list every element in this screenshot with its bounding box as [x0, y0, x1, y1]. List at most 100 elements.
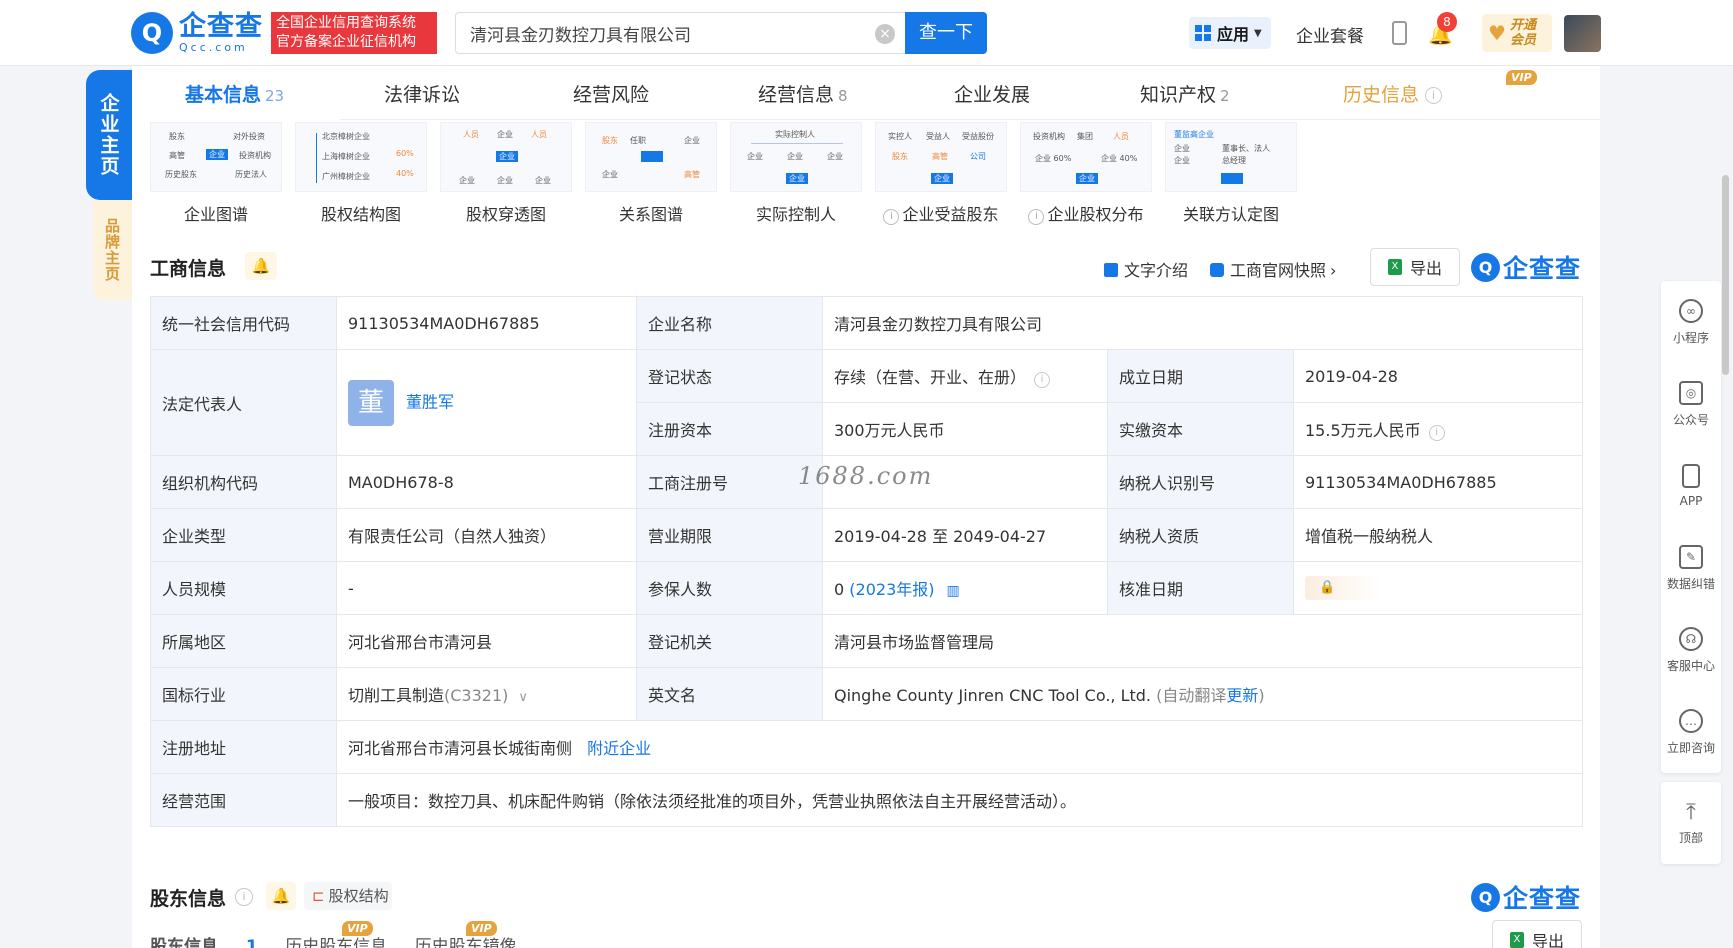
graph-thumbnail: 北京樟树企业 上海樟树企业 广州樟树企业 60% 40% — [295, 122, 427, 192]
info-icon: i — [1425, 87, 1443, 104]
info-icon[interactable]: i — [1034, 372, 1051, 388]
side-tab-company-home[interactable]: 企业主页 — [86, 70, 132, 200]
phone-icon — [1682, 464, 1700, 488]
table-row: 注册地址 河北省邢台市清河县长城街南侧 附近企业 — [150, 720, 1584, 774]
shareholders-title: 股东信息 — [150, 888, 227, 910]
bell-icon[interactable]: 🔔 — [266, 882, 296, 910]
legal-rep-link[interactable]: 董胜军 — [406, 392, 454, 411]
legal-rep-avatar[interactable]: 董 — [348, 379, 394, 426]
data-correction-button[interactable]: ✎ 数据纠错 — [1661, 527, 1721, 609]
logo-subtext: Qcc.com — [179, 41, 248, 54]
scan-icon: ◎ — [1679, 380, 1703, 405]
package-link[interactable]: 企业套餐 — [1296, 22, 1364, 47]
main-card: 基本信息 23 法律诉讼 经营风险 经营信息 8 企业发展 知识产权 2 历史信息 i … — [132, 66, 1600, 948]
tab-ip[interactable]: 知识产权 2 — [1140, 80, 1230, 107]
tab-basic-info[interactable]: 基本信息 23 — [185, 80, 284, 107]
nearby-companies-link[interactable]: 附近企业 — [587, 739, 651, 758]
section-title: 工商信息 — [150, 258, 227, 280]
graph-tile-related-party[interactable]: 董监高企业 董事长、法人 总经理 企业 企业 关联方认定图 — [1165, 122, 1297, 225]
table-row: 经营范围 一般项目：数控刀具、机床配件购销（除依法须经批准的项目外，凭营业执照依… — [150, 773, 1584, 827]
info-icon[interactable]: i — [1428, 425, 1445, 441]
watermark: 1688.com — [798, 462, 934, 490]
tab-shareholders[interactable]: 股东信息 1 — [150, 937, 258, 948]
graph-tile-equity-distribution[interactable]: 投资机构 集团 人员 企业 60% 企业 40% 企业 i 企业股权分布 — [1020, 122, 1152, 225]
graph-tile-company[interactable]: 股东 对外投资 高管 投资机构 历史股东 历史法人 企业 企业图谱 — [150, 122, 282, 225]
mini-program-button[interactable]: ∞ 小程序 — [1661, 281, 1721, 363]
excel-icon: X — [1509, 932, 1524, 948]
table-row: 所属地区 河北省邢台市清河县 登记机关 清河县市场监督管理局 — [150, 614, 1584, 668]
graph-tile-relationship[interactable]: 股东 任职 企业 企业 高管 关系图谱 — [585, 122, 717, 225]
lock-icon[interactable]: 🔒 — [1305, 576, 1381, 600]
tab-operation[interactable]: 经营信息 8 — [758, 80, 848, 107]
annual-report-link[interactable]: (2023年报) — [849, 580, 934, 599]
graph-tile-equity-penetration[interactable]: 人员 企业 人员 企业 企业 企业 企业 股权穿透图 — [440, 122, 572, 225]
business-info-table: 统一社会信用代码 91130534MA0DH67885 企业名称 清河县金刃数控… — [150, 296, 1584, 827]
logo-text: 企查查 — [179, 11, 263, 42]
side-tab-brand-home[interactable]: 品牌主页 — [93, 200, 132, 300]
chevron-down-icon[interactable]: ∨ — [518, 690, 528, 705]
arrow-up-icon: ⤒ — [1686, 800, 1696, 825]
customer-service-button[interactable]: ☊ 客服中心 — [1661, 609, 1721, 691]
app-grid-icon — [1195, 25, 1211, 41]
equity-structure-button[interactable]: ⊏ 股权结构 — [304, 882, 392, 910]
export-button[interactable]: X 导出 — [1370, 248, 1460, 286]
snapshot-link[interactable]: 工商官网快照 › — [1210, 257, 1336, 281]
search-input[interactable]: 清河县金刃数控刀具有限公司 × — [455, 12, 905, 54]
graph-thumbnail: 股东 对外投资 高管 投资机构 历史股东 历史法人 企业 — [150, 122, 282, 192]
graph-thumbnail: 实际控制人 企业 企业 企业 企业 — [730, 122, 862, 192]
open-vip-button[interactable]: ♥ 开通 会员 — [1482, 14, 1552, 52]
consult-button[interactable]: … 立即咨询 — [1661, 691, 1721, 773]
vip-heart-icon: ♥ — [1488, 21, 1506, 45]
bell-icon[interactable]: 🔔 — [245, 252, 277, 280]
graph-thumbnail: 实控人 受益人 受益股份 股东 高管 公司 企业 — [875, 122, 1007, 192]
info-icon[interactable]: i — [235, 888, 253, 906]
table-row: 企业类型 有限责任公司（自然人独资） 营业期限 2019-04-28 至 204… — [150, 508, 1584, 562]
table-row: 国标行业 切削工具制造(C3321) ∨ 英文名 Qinghe County Ji… — [150, 667, 1584, 721]
table-row: 统一社会信用代码 91130534MA0DH67885 企业名称 清河县金刃数控… — [150, 296, 1584, 350]
brand-logo: Q 企查查 — [1471, 879, 1581, 915]
slogan-banner: 全国企业信用查询系统 官方备案企业征信机构 — [271, 12, 437, 54]
tab-history-shareholders[interactable]: 历史股东信息 — [285, 937, 387, 948]
search-button[interactable]: 查一下 — [905, 12, 987, 54]
brand-logo: Q 企查查 — [1471, 249, 1581, 285]
graph-tile-actual-controller[interactable]: 实际控制人 企业 企业 企业 企业 实际控制人 — [730, 122, 862, 225]
section-tabs: 基本信息 23 法律诉讼 经营风险 经营信息 8 企业发展 知识产权 2 历史信息 i … — [132, 66, 1600, 120]
notification-badge: 8 — [1437, 12, 1457, 32]
back-to-top-button[interactable]: ⤒ 顶部 — [1661, 782, 1721, 864]
graph-thumbnail: 股东 任职 企业 企业 高管 — [585, 122, 717, 192]
translate-update-link[interactable]: 更新 — [1226, 686, 1258, 705]
graph-tile-beneficial-owner[interactable]: 实控人 受益人 受益股份 股东 高管 公司 企业 i 企业受益股东 — [875, 122, 1007, 225]
back-to-top[interactable]: ⤒ 顶部 — [1661, 782, 1721, 864]
text-intro-link[interactable]: 文字介绍 — [1104, 257, 1188, 281]
brand-logo-icon: Q — [1471, 252, 1500, 282]
info-icon: i — [1028, 209, 1045, 225]
tab-risk[interactable]: 经营风险 — [573, 80, 649, 107]
shareholder-tabs: 股东信息 1 历史股东信息 历史股东镜像 — [150, 932, 539, 948]
graph-tile-equity-structure[interactable]: 北京樟树企业 上海樟树企业 广州樟树企业 60% 40% 股权结构图 — [295, 122, 427, 225]
document-icon — [1104, 263, 1118, 277]
vip-badge: VIP — [1506, 70, 1537, 85]
official-account-button[interactable]: ◎ 公众号 — [1661, 363, 1721, 445]
graph-thumbnail: 投资机构 集团 人员 企业 60% 企业 40% 企业 — [1020, 122, 1152, 192]
user-avatar[interactable] — [1564, 15, 1601, 52]
table-row: 人员规模 - 参保人数 0 (2023年报) ▥ 核准日期 🔒 — [150, 561, 1584, 615]
app-download-button[interactable]: APP — [1661, 445, 1721, 527]
app-menu-button[interactable]: 应用 ▼ — [1189, 17, 1271, 49]
tab-development[interactable]: 企业发展 — [954, 80, 1030, 107]
clear-icon[interactable]: × — [875, 24, 895, 44]
phone-icon[interactable] — [1392, 21, 1407, 45]
edit-icon: ✎ — [1679, 544, 1703, 569]
chart-icon[interactable]: ▥ — [947, 583, 960, 599]
logo-icon: Q — [131, 12, 173, 54]
tab-history-mirror[interactable]: 历史股东镜像 — [415, 937, 517, 948]
caret-down-icon: ▼ — [1254, 27, 1262, 39]
right-toolbar: ∞ 小程序 ◎ 公众号 APP ✎ 数据纠错 ☊ 客服中心 … 立即咨询 — [1661, 281, 1721, 773]
logo[interactable]: Q 企查查 Qcc.com — [131, 12, 263, 54]
link-icon: ∞ — [1679, 298, 1703, 323]
tab-legal[interactable]: 法律诉讼 — [384, 80, 460, 107]
chevron-right-icon: › — [1330, 261, 1337, 280]
tab-history[interactable]: 历史信息 i — [1343, 80, 1443, 107]
graph-thumbnail: 董监高企业 董事长、法人 总经理 企业 企业 — [1165, 122, 1297, 192]
scrollbar[interactable] — [1722, 175, 1729, 375]
export-button[interactable]: X 导出 — [1492, 920, 1582, 948]
